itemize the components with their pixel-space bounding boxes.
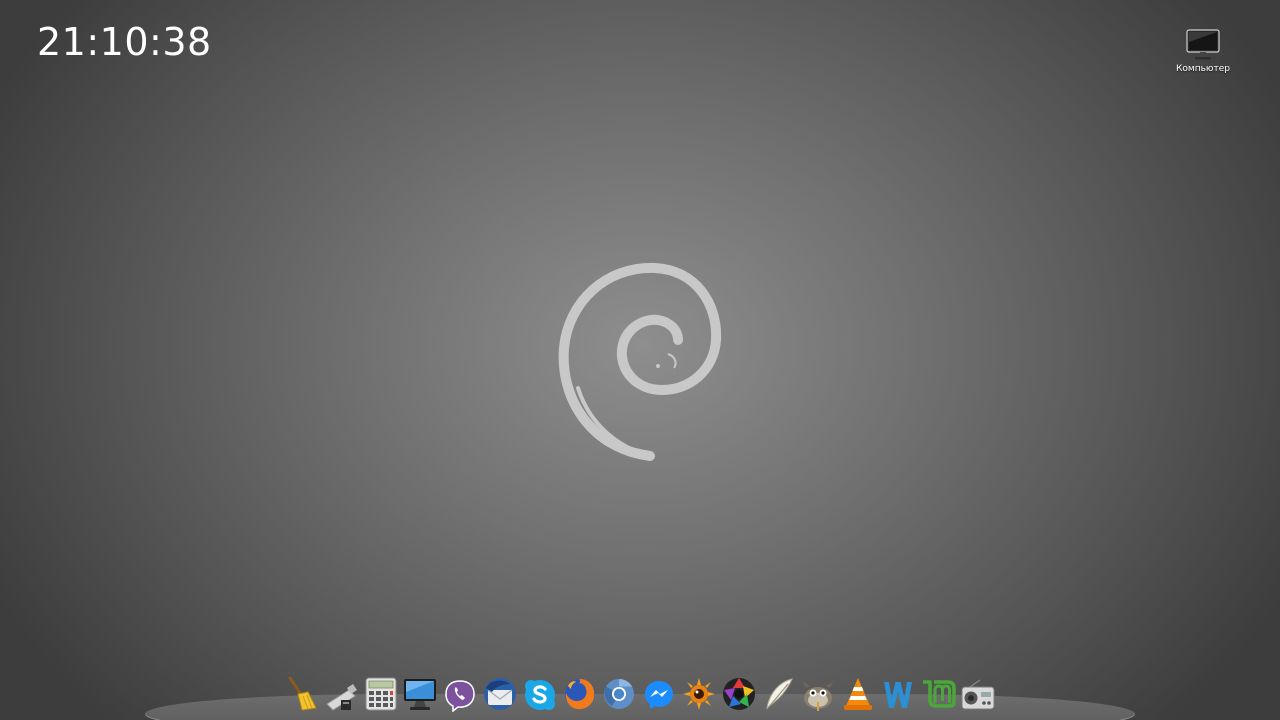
dock-item-vlc[interactable] (840, 672, 876, 712)
dock-item-calculator[interactable] (363, 672, 399, 712)
dock-item-aperture[interactable] (721, 672, 757, 712)
writer-w-icon (883, 682, 912, 708)
messenger-icon (645, 681, 674, 709)
dock-item-cleaner[interactable] (283, 672, 319, 712)
dock-item-skype[interactable] (522, 672, 558, 712)
dock-item-feather[interactable] (761, 672, 797, 712)
linux-mint-icon (922, 680, 956, 708)
dock-icons (283, 666, 1003, 712)
vlc-icon (844, 678, 873, 710)
radio-icon (961, 679, 995, 710)
dock-item-radio[interactable] (960, 672, 996, 712)
dock (145, 660, 1135, 720)
dock-item-linux-mint[interactable] (920, 672, 956, 712)
desktop-icon-computer[interactable]: Компьютер (1172, 28, 1234, 75)
feather-icon (765, 678, 793, 710)
dock-item-chromium[interactable] (601, 672, 637, 712)
firefox-icon (564, 679, 595, 710)
aperture-icon (722, 678, 755, 710)
dock-item-viber[interactable] (442, 672, 478, 712)
thunderbird-icon (483, 678, 516, 710)
debian-swirl-logo (558, 262, 722, 461)
dock-item-image-viewer[interactable] (681, 672, 717, 712)
dock-item-writer[interactable] (880, 672, 916, 712)
calculator-icon (365, 677, 397, 711)
dock-item-messenger[interactable] (641, 672, 677, 712)
monitor-icon (404, 679, 437, 710)
desktop-icon-label: Компьютер (1176, 64, 1230, 74)
gimp-icon (802, 681, 835, 711)
dock-item-thunderbird[interactable] (482, 672, 518, 712)
image-viewer-icon (682, 678, 715, 710)
skype-icon (524, 680, 555, 710)
computer-icon (1186, 29, 1220, 60)
dock-item-usb[interactable] (323, 672, 359, 712)
dock-item-firefox[interactable] (562, 672, 598, 712)
usb-drive-icon (326, 684, 357, 711)
desktop-clock: 21:10:38 (37, 20, 212, 64)
dock-item-gimp[interactable] (800, 672, 836, 712)
viber-icon (445, 680, 475, 712)
chromium-icon (604, 679, 635, 709)
dock-item-monitor[interactable] (402, 672, 438, 712)
broom-cleaner-icon (288, 676, 317, 711)
